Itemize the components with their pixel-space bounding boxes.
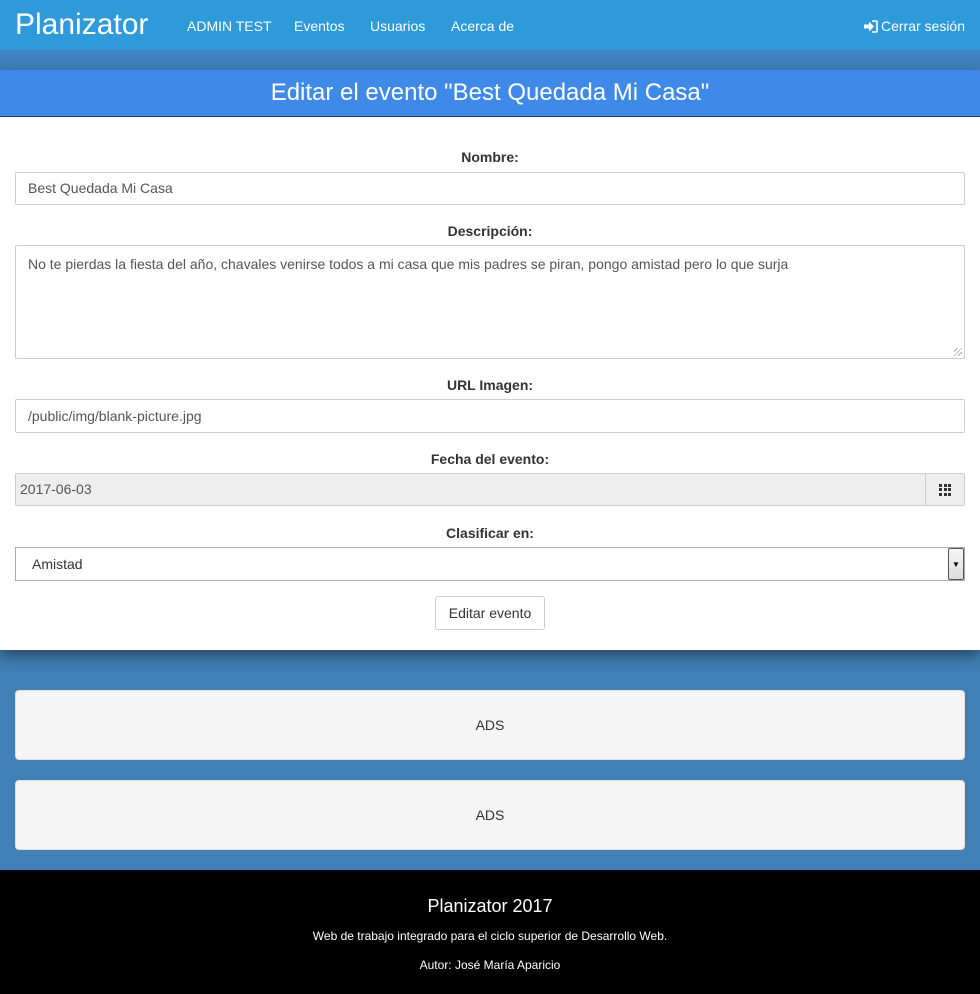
ads-block-1: ADS <box>15 690 965 760</box>
clasificar-selected-value: Amistad <box>32 556 83 572</box>
descripcion-textarea[interactable]: No te pierdas la fiesta del año, chavale… <box>15 245 965 359</box>
fecha-input[interactable]: 2017-06-03 <box>16 474 925 505</box>
nombre-input[interactable]: Best Quedada Mi Casa <box>15 172 965 205</box>
navbar: Planizator ADMIN TEST Eventos Usuarios A… <box>0 0 980 50</box>
nav-link-usuarios[interactable]: Usuarios <box>370 17 425 35</box>
fecha-label: Fecha del evento: <box>430 451 550 467</box>
url-imagen-input[interactable]: /public/img/blank-picture.jpg <box>15 399 965 433</box>
descripcion-label: Descripción: <box>447 223 533 239</box>
clasificar-select[interactable]: Amistad ▼ <box>15 547 965 581</box>
nav-link-admin-test[interactable]: ADMIN TEST <box>187 17 272 35</box>
logout-label: Cerrar sesión <box>880 18 965 34</box>
editar-evento-button[interactable]: Editar evento <box>435 596 545 630</box>
nav-link-acerca-de[interactable]: Acerca de <box>451 17 514 35</box>
logout-link[interactable]: Cerrar sesión <box>863 17 965 35</box>
footer-author: Autor: José María Aparicio <box>419 958 561 972</box>
ads-block-2: ADS <box>15 780 965 850</box>
clasificar-label: Clasificar en: <box>446 525 534 541</box>
calendar-grid-icon <box>939 483 951 496</box>
resize-handle[interactable] <box>954 348 962 356</box>
brand-logo[interactable]: Planizator <box>15 6 148 44</box>
calendar-button[interactable] <box>925 474 964 505</box>
footer-description: Web de trabajo integrado para el ciclo s… <box>312 929 668 943</box>
edit-event-panel: Editar el evento "Best Quedada Mi Casa" … <box>0 70 980 650</box>
descripcion-text: No te pierdas la fiesta del año, chavale… <box>28 256 789 272</box>
nav-link-eventos[interactable]: Eventos <box>294 17 345 35</box>
footer: Planizator 2017 Web de trabajo integrado… <box>0 870 980 994</box>
sign-in-icon <box>863 19 878 33</box>
page-title: Editar el evento "Best Quedada Mi Casa" <box>0 70 980 117</box>
chevron-down-icon[interactable]: ▼ <box>948 548 964 580</box>
nombre-label: Nombre: <box>461 149 519 165</box>
header-band <box>0 50 980 70</box>
fecha-input-group: 2017-06-03 <box>15 473 965 506</box>
url-imagen-label: URL Imagen: <box>446 377 534 393</box>
footer-title: Planizator 2017 <box>427 896 553 916</box>
